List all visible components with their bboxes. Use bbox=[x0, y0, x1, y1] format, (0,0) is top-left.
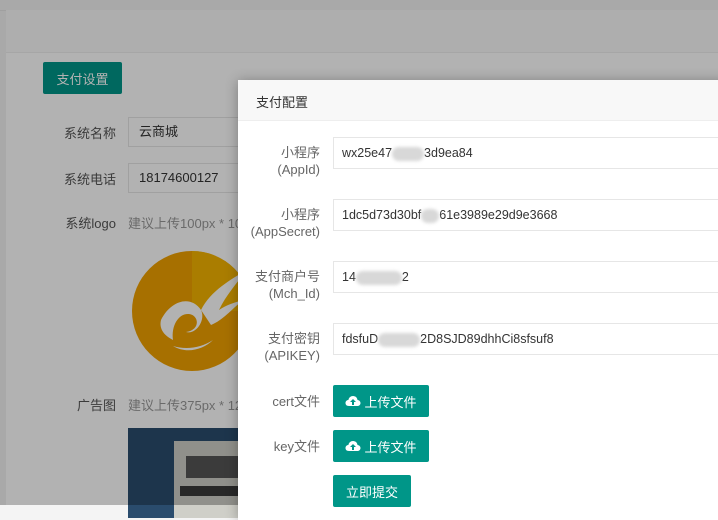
appsecret-value-start: 1dc5d73d30bf bbox=[342, 208, 422, 222]
appsecret-label: 小程序 (AppSecret) bbox=[238, 206, 320, 240]
appid-value-end: 3d9ea84 bbox=[424, 146, 473, 160]
cert-upload-button[interactable]: 上传文件 bbox=[333, 385, 429, 417]
cloud-upload-icon bbox=[345, 396, 361, 406]
key-file-label: key文件 bbox=[273, 439, 320, 454]
dialog-title: 支付配置 bbox=[256, 95, 309, 110]
apikey-value-start: fdsfuD bbox=[342, 332, 379, 346]
apikey-input[interactable]: fdsfuD 2D8SJD89dhhCi8sfsuf8 bbox=[333, 323, 718, 355]
dialog-header: 支付配置 bbox=[238, 80, 718, 121]
appid-label: 小程序 (AppId) bbox=[238, 144, 320, 178]
key-upload-label: 上传文件 bbox=[364, 439, 417, 455]
redacted-mask bbox=[355, 270, 402, 285]
apikey-label: 支付密钥 (APIKEY) bbox=[238, 330, 320, 364]
redacted-mask bbox=[421, 208, 440, 223]
key-upload-button[interactable]: 上传文件 bbox=[333, 430, 429, 462]
redacted-mask bbox=[392, 146, 425, 161]
mchid-label: 支付商户号 (Mch_Id) bbox=[238, 268, 320, 302]
apikey-value-end: 2D8SJD89dhhCi8sfsuf8 bbox=[420, 332, 554, 346]
cert-file-label: cert文件 bbox=[272, 394, 320, 409]
submit-button[interactable]: 立即提交 bbox=[333, 475, 411, 507]
cloud-upload-icon bbox=[345, 441, 361, 451]
appsecret-input[interactable]: 1dc5d73d30bf 61e3989e29d9e3668 bbox=[333, 199, 718, 231]
appsecret-label-line1: 小程序 bbox=[280, 207, 320, 222]
payment-config-dialog: 支付配置 小程序 (AppId) wx25e47 3d9ea84 小程序 (App… bbox=[238, 80, 718, 520]
appid-label-line1: 小程序 bbox=[280, 145, 320, 160]
apikey-label-line2: (APIKEY) bbox=[264, 348, 320, 363]
appid-label-line2: (AppId) bbox=[277, 162, 320, 177]
appid-value-start: wx25e47 bbox=[342, 146, 393, 160]
appsecret-label-line2: (AppSecret) bbox=[250, 224, 320, 239]
mchid-label-line1: 支付商户号 bbox=[254, 269, 320, 284]
cert-upload-label: 上传文件 bbox=[364, 394, 417, 410]
mchid-value-start: 14 bbox=[342, 270, 356, 284]
appsecret-value-end: 61e3989e29d9e3668 bbox=[439, 208, 558, 222]
apikey-label-line1: 支付密钥 bbox=[267, 331, 320, 346]
mchid-value-end: 2 bbox=[401, 270, 409, 284]
mchid-input[interactable]: 14 2 bbox=[333, 261, 718, 293]
redacted-mask bbox=[378, 332, 421, 347]
appid-input[interactable]: wx25e47 3d9ea84 bbox=[333, 137, 718, 169]
mchid-label-line2: (Mch_Id) bbox=[268, 286, 320, 301]
